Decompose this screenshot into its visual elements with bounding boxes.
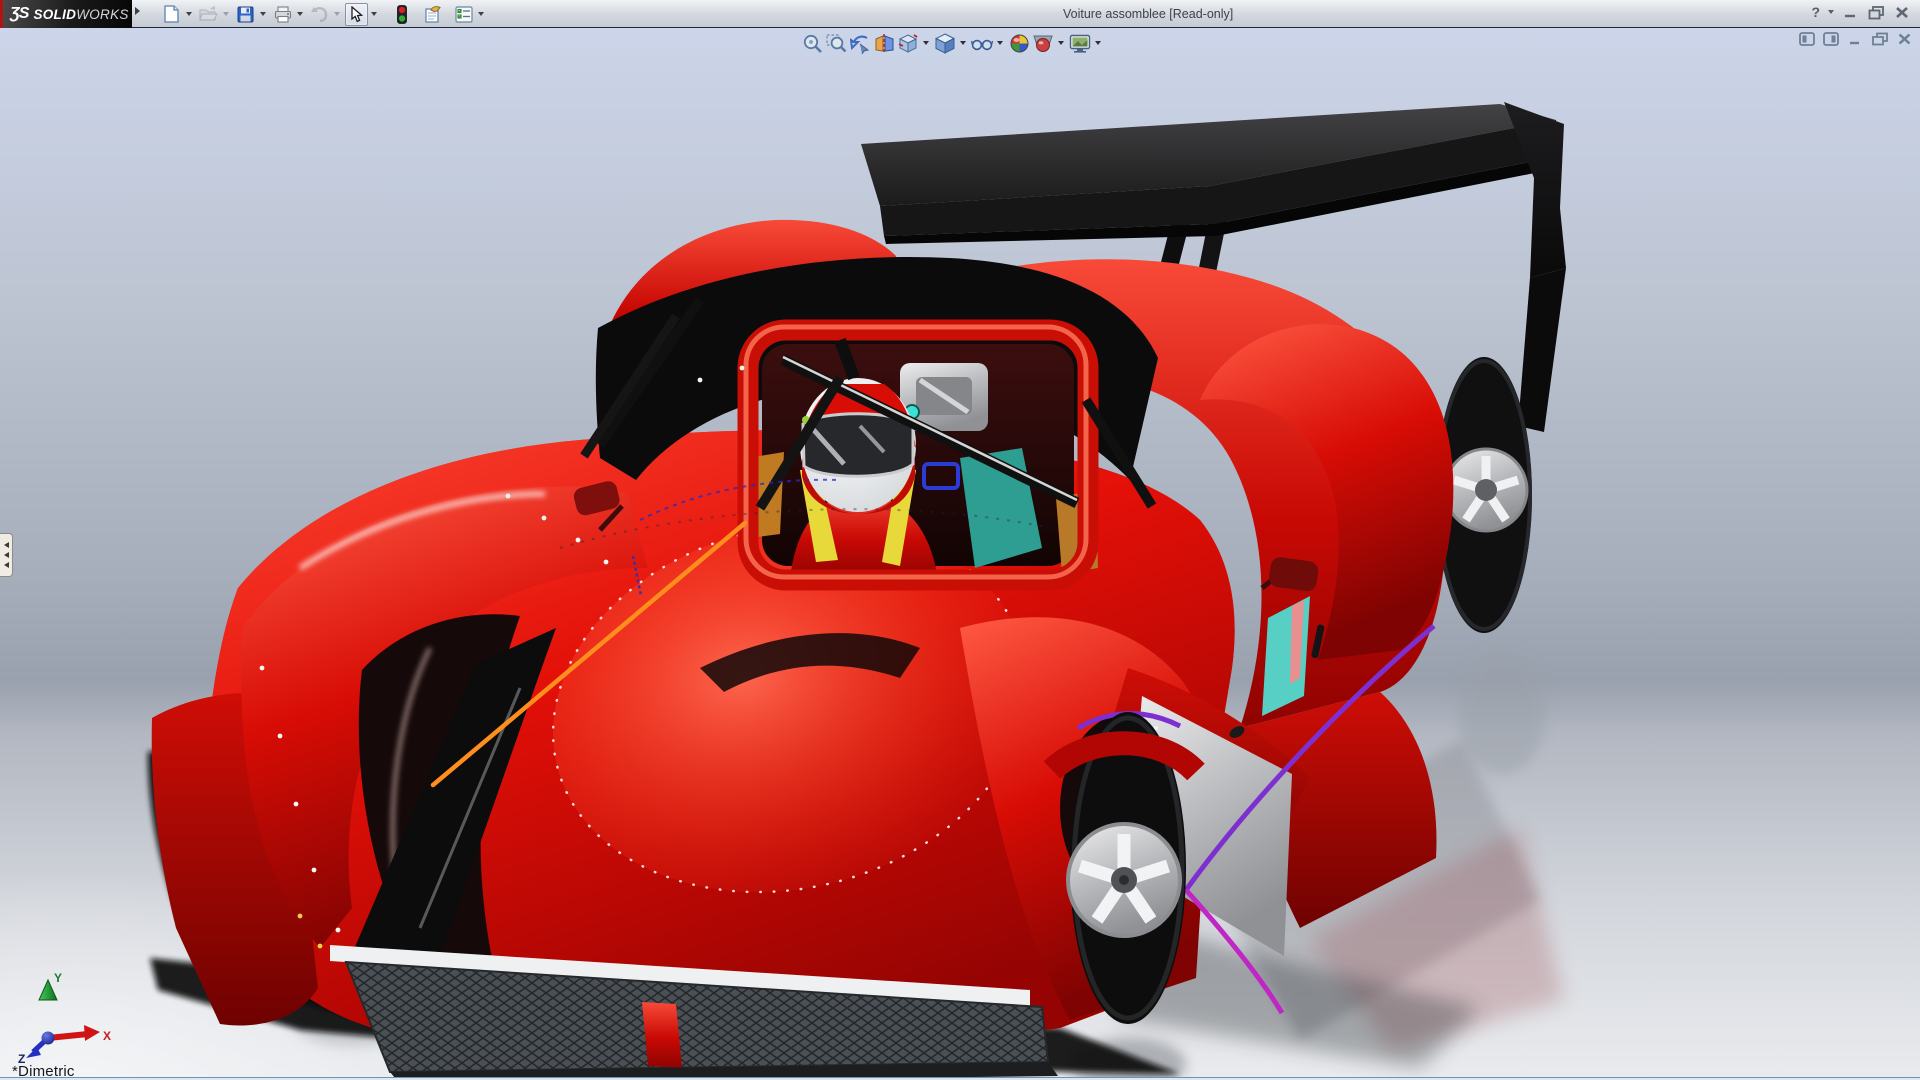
pane-toggle-left-icon[interactable] [1799, 32, 1815, 46]
collapse-arrow-icon [4, 552, 9, 558]
select-dropdown[interactable] [368, 3, 379, 26]
save-dropdown[interactable] [257, 3, 268, 26]
title-bar: ƷS SOLID WORKS [0, 0, 1920, 28]
section-view-button[interactable] [872, 32, 896, 55]
section-view-icon [874, 33, 895, 54]
zoom-to-fit-icon [802, 33, 823, 54]
options-icon [455, 6, 473, 23]
document-window-controls [1799, 32, 1912, 46]
display-style-icon [935, 33, 956, 54]
window-title: Voiture assomblee [Read-only] [1063, 7, 1233, 21]
options-button[interactable] [452, 3, 475, 26]
save-icon [237, 6, 254, 23]
triad-y-label: Y [54, 971, 62, 985]
zoom-to-area-icon [826, 33, 847, 54]
brand-glyph: ƷS [10, 5, 28, 23]
help-dropdown[interactable] [1828, 10, 1834, 14]
3d-model-red-race-car[interactable] [0, 28, 1920, 1080]
previous-view-button[interactable] [848, 32, 872, 55]
file-properties-button[interactable] [421, 3, 444, 26]
graphics-viewport[interactable]: Y X Z *Dimetric [0, 28, 1920, 1080]
view-orientation-button[interactable] [896, 32, 920, 55]
triad-x-label: X [103, 1029, 111, 1043]
document-minimize-button[interactable] [1847, 32, 1863, 46]
file-properties-icon [423, 5, 442, 23]
apply-scene-dropdown[interactable] [1055, 32, 1066, 55]
new-document-dropdown[interactable] [183, 3, 194, 26]
view-orientation-dropdown[interactable] [920, 32, 931, 55]
view-settings-icon [1069, 33, 1091, 54]
hide-show-items-button[interactable] [970, 32, 994, 55]
solidworks-logo: ƷS SOLID WORKS [0, 0, 132, 28]
save-button[interactable] [234, 3, 257, 26]
document-close-button[interactable] [1897, 32, 1912, 46]
apply-scene-button[interactable] [1031, 32, 1055, 55]
pane-toggle-right-icon[interactable] [1823, 32, 1839, 46]
collapse-arrow-icon [4, 542, 9, 548]
zoom-to-fit-button[interactable] [800, 32, 824, 55]
main-toolbar [160, 2, 489, 26]
display-style-dropdown[interactable] [957, 32, 968, 55]
close-button[interactable] [1894, 5, 1910, 20]
previous-view-icon [850, 33, 871, 54]
new-document-button[interactable] [160, 3, 183, 26]
view-settings-dropdown[interactable] [1092, 32, 1103, 55]
minimize-button[interactable] [1842, 5, 1859, 20]
print-dropdown[interactable] [294, 3, 305, 26]
rebuild-traffic-light-icon [397, 5, 407, 24]
edit-appearance-button[interactable] [1007, 32, 1031, 55]
restore-button[interactable] [1867, 5, 1886, 20]
help-icon[interactable]: ? [1811, 4, 1820, 20]
undo-icon [310, 6, 329, 23]
toolbar-overflow-icon[interactable] [135, 7, 140, 15]
new-document-icon [163, 5, 180, 23]
heads-up-view-toolbar [800, 31, 1105, 55]
collapse-arrow-icon [4, 562, 9, 568]
open-document-icon [199, 6, 218, 22]
undo-dropdown[interactable] [331, 3, 342, 26]
open-document-dropdown[interactable] [220, 3, 231, 26]
zoom-to-area-button[interactable] [824, 32, 848, 55]
apply-scene-icon [1032, 33, 1054, 54]
hide-show-items-icon [971, 33, 993, 54]
print-icon [274, 6, 292, 23]
feature-manager-collapsed-tab[interactable] [0, 533, 13, 577]
display-style-button[interactable] [933, 32, 957, 55]
options-dropdown[interactable] [475, 3, 486, 26]
orientation-triad: Y X Z [12, 968, 112, 1064]
open-document-button[interactable] [197, 3, 220, 26]
brand-works: WORKS [76, 7, 129, 22]
select-button[interactable] [345, 3, 368, 26]
view-orientation-icon [898, 33, 919, 54]
document-restore-button[interactable] [1871, 32, 1889, 46]
view-settings-button[interactable] [1068, 32, 1092, 55]
brand-solid: SOLID [33, 7, 76, 22]
print-button[interactable] [271, 3, 294, 26]
hide-show-items-dropdown[interactable] [994, 32, 1005, 55]
edit-appearance-icon [1009, 33, 1030, 54]
rebuild-button[interactable] [390, 3, 413, 26]
select-cursor-icon [349, 6, 364, 23]
window-controls: ? [1811, 4, 1910, 20]
undo-button[interactable] [308, 3, 331, 26]
